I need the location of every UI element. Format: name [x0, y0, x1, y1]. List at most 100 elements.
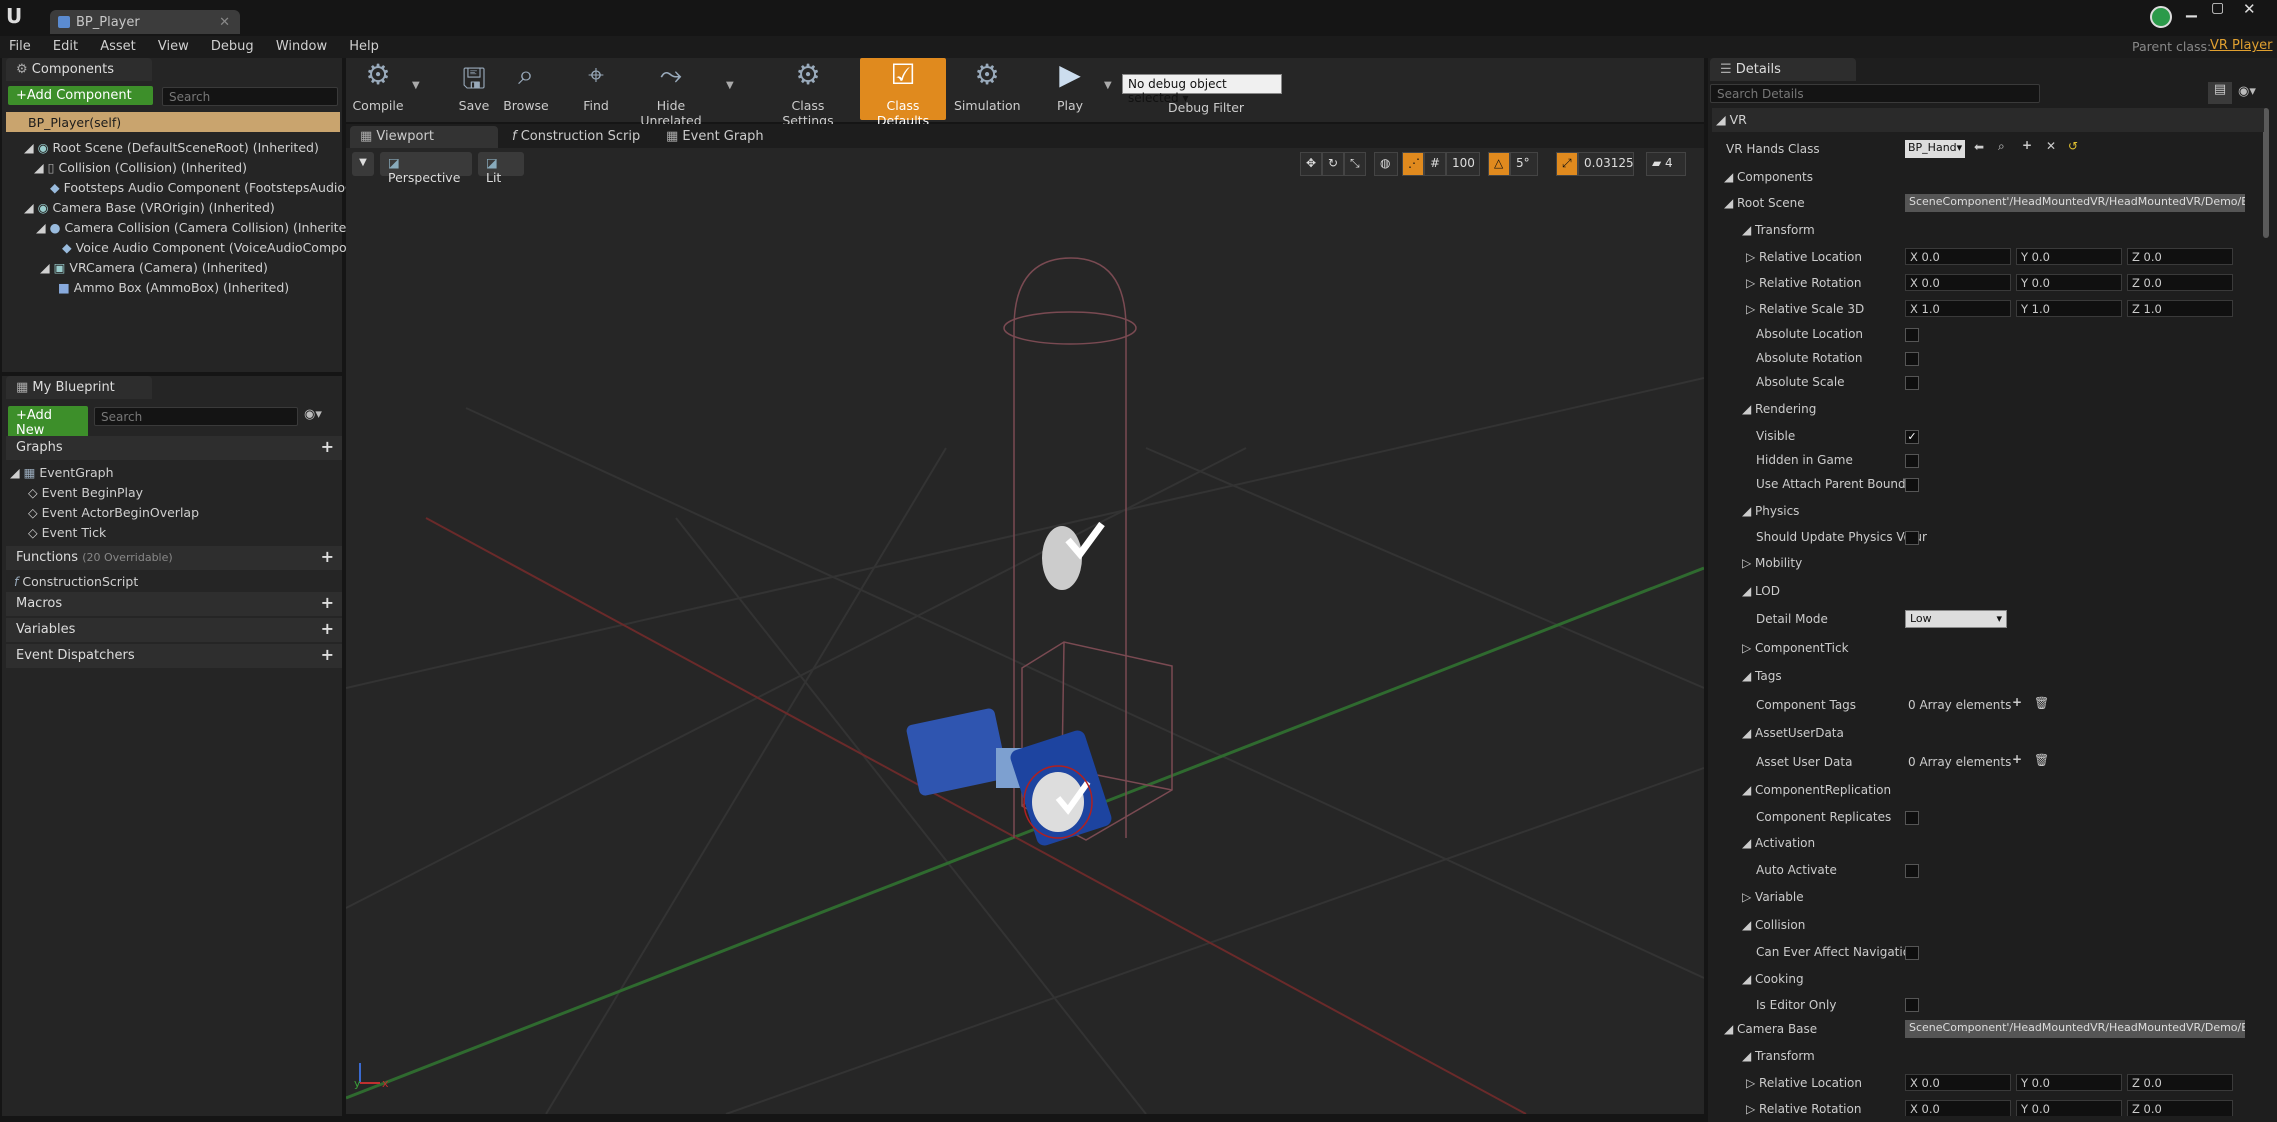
vr-category[interactable]: ◢ VR	[1712, 108, 2264, 132]
event-graph-item[interactable]: ◢ ▦ EventGraph	[10, 465, 114, 480]
camera-rotation-x-input[interactable]: X 0.0	[1905, 1100, 2011, 1116]
menu-edit[interactable]: Edit	[44, 36, 87, 57]
rendering-subcat[interactable]: ◢ Rendering	[1712, 398, 2264, 420]
vr-hands-class-select[interactable]: BP_Hand▾	[1905, 140, 1965, 158]
clear-user-data-icon[interactable]: 🗑	[2034, 753, 2049, 767]
can-affect-navigation-checkbox[interactable]	[1905, 946, 1919, 960]
root-scene-path-field[interactable]: SceneComponent'/HeadMountedVR/HeadMounte…	[1905, 194, 2245, 212]
scale-z-input[interactable]: Z 1.0	[2127, 300, 2233, 317]
asset-user-data-subcat[interactable]: ◢ AssetUserData	[1712, 722, 2264, 744]
rotation-snap-icon[interactable]: △	[1488, 152, 1510, 176]
activation-subcat[interactable]: ◢ Activation	[1712, 832, 2264, 854]
maximize-button[interactable]: ▢	[2211, 0, 2224, 16]
camera-speed-button[interactable]: ▰ 4	[1646, 152, 1686, 176]
event-dispatchers-section[interactable]: Event Dispatchers +	[6, 644, 342, 668]
translate-tool-icon[interactable]: ✥	[1300, 152, 1322, 176]
play-options-arrow[interactable]: ▼	[1104, 80, 1112, 91]
auto-activate-checkbox[interactable]	[1905, 864, 1919, 878]
viewport-canvas[interactable]: x y	[346, 148, 1704, 1114]
macros-section[interactable]: Macros +	[6, 592, 342, 616]
self-row[interactable]: BP_Player(self)	[6, 112, 340, 132]
functions-section[interactable]: Functions (20 Overridable) +	[6, 546, 342, 570]
add-function-icon[interactable]: +	[321, 547, 334, 566]
close-window-button[interactable]: ✕	[2243, 0, 2256, 18]
camera-transform-subcat[interactable]: ◢ Transform	[1712, 1045, 2264, 1067]
event-tick-item[interactable]: ◇ Event Tick	[28, 525, 106, 540]
scale-snap-icon[interactable]: ⤢	[1556, 152, 1578, 176]
component-replication-subcat[interactable]: ◢ ComponentReplication	[1712, 779, 2264, 801]
physics-subcat[interactable]: ◢ Physics	[1712, 500, 2264, 522]
absolute-rotation-checkbox[interactable]	[1905, 352, 1919, 366]
rotate-tool-icon[interactable]: ↻	[1322, 152, 1344, 176]
perspective-button[interactable]: ◪ Perspective	[380, 152, 472, 185]
visible-checkbox[interactable]: ✓	[1905, 430, 1919, 444]
debug-object-select[interactable]: No debug object selected ▾	[1122, 74, 1282, 105]
details-tab[interactable]: ☰ Details	[1710, 58, 1856, 81]
event-actor-begin-overlap-item[interactable]: ◇ Event ActorBeginOverlap	[28, 505, 199, 520]
should-update-physics-checkbox[interactable]	[1905, 531, 1919, 545]
rotation-snap-value[interactable]: 5°	[1510, 152, 1538, 176]
menu-asset[interactable]: Asset	[91, 36, 145, 57]
add-new-button[interactable]: +Add New	[8, 406, 88, 440]
collision-subcat[interactable]: ◢ Collision	[1712, 914, 2264, 936]
scale-snap-value[interactable]: 0.03125	[1578, 152, 1634, 176]
rotation-x-input[interactable]: X 0.0	[1905, 274, 2011, 291]
add-user-data-icon[interactable]: +	[2012, 752, 2022, 766]
variables-section[interactable]: Variables +	[6, 618, 342, 642]
save-button[interactable]: 🖫 Save	[452, 58, 496, 120]
cooking-subcat[interactable]: ◢ Cooking	[1712, 968, 2264, 990]
hide-unrelated-arrow[interactable]: ▼	[726, 80, 734, 91]
use-selected-icon[interactable]: ⬅	[1974, 140, 1984, 154]
camera-location-y-input[interactable]: Y 0.0	[2016, 1074, 2122, 1091]
location-x-input[interactable]: X 0.0	[1905, 248, 2011, 265]
camera-location-z-input[interactable]: Z 0.0	[2127, 1074, 2233, 1091]
document-tab[interactable]: BP_Player ✕	[50, 10, 240, 34]
add-macro-icon[interactable]: +	[321, 593, 334, 612]
scale-tool-icon[interactable]: ⤡	[1344, 152, 1366, 176]
grid-size-value[interactable]: 100	[1446, 152, 1480, 176]
grid-snap-icon[interactable]: #	[1424, 152, 1446, 176]
camera-base-path-field[interactable]: SceneComponent'/HeadMountedVR/HeadMounte…	[1905, 1020, 2245, 1038]
use-attach-parent-bound-checkbox[interactable]	[1905, 478, 1919, 492]
graphs-section[interactable]: Graphs +	[6, 436, 342, 460]
tree-item-vrcamera[interactable]: ◢ ▣ VRCamera (Camera) (Inherited)	[40, 260, 268, 275]
menu-debug[interactable]: Debug	[202, 36, 263, 57]
details-search-input[interactable]: Search Details	[1710, 84, 2040, 103]
parent-class-link[interactable]: VR Player	[2210, 38, 2273, 53]
my-blueprint-tab[interactable]: ▦ My Blueprint	[6, 376, 152, 399]
hide-unrelated-button[interactable]: ⤳ Hide Unrelated	[628, 58, 714, 128]
reset-default-icon[interactable]: ↺	[2068, 139, 2078, 153]
tree-item-root-scene[interactable]: ◢ ◉ Root Scene (DefaultSceneRoot) (Inher…	[24, 140, 319, 155]
lod-subcat[interactable]: ◢ LOD	[1712, 580, 2264, 602]
location-z-input[interactable]: Z 0.0	[2127, 248, 2233, 265]
class-defaults-button[interactable]: ☑ Class Defaults	[860, 58, 946, 128]
detail-mode-select[interactable]: Low ▾	[1905, 610, 2007, 628]
component-replicates-checkbox[interactable]	[1905, 811, 1919, 825]
menu-file[interactable]: File	[0, 36, 40, 57]
tab-event-graph[interactable]: ▦ Event Graph	[656, 126, 798, 148]
clear-asset-icon[interactable]: ✕	[2046, 139, 2056, 153]
play-button[interactable]: ▶ Play	[1040, 58, 1100, 120]
absolute-scale-checkbox[interactable]	[1905, 376, 1919, 390]
class-settings-button[interactable]: ⚙ Class Settings	[766, 58, 850, 128]
tab-viewport[interactable]: ▦ Viewport	[350, 126, 498, 148]
transform-subcat[interactable]: ◢ Transform	[1712, 219, 2264, 241]
add-dispatcher-icon[interactable]: +	[321, 645, 334, 664]
tree-item-ammo-box[interactable]: ■ Ammo Box (AmmoBox) (Inherited)	[58, 280, 289, 295]
property-matrix-icon[interactable]: ▤	[2208, 82, 2232, 104]
blueprint-search-input[interactable]: Search	[94, 407, 298, 426]
source-control-icon[interactable]	[2150, 6, 2172, 28]
hidden-in-game-checkbox[interactable]	[1905, 454, 1919, 468]
compile-button[interactable]: ⚙ Compile	[350, 58, 406, 120]
simulation-button[interactable]: ⚙ Simulation	[954, 58, 1021, 120]
compile-options-arrow[interactable]: ▼	[412, 80, 420, 91]
camera-rotation-y-input[interactable]: Y 0.0	[2016, 1100, 2122, 1116]
tree-item-camera-base[interactable]: ◢ ◉ Camera Base (VROrigin) (Inherited)	[24, 200, 275, 215]
new-asset-icon[interactable]: +	[2022, 138, 2032, 152]
view-options-icon[interactable]: ◉▾	[304, 407, 322, 422]
tree-item-voice-audio[interactable]: ◆ Voice Audio Component (VoiceAudioCompo…	[62, 240, 375, 255]
tree-item-collision[interactable]: ◢ ▯ Collision (Collision) (Inherited)	[34, 160, 247, 175]
event-begin-play-item[interactable]: ◇ Event BeginPlay	[28, 485, 143, 500]
tree-item-footsteps-audio[interactable]: ◆ Footsteps Audio Component (FootstepsAu…	[50, 180, 374, 195]
tab-construction-script[interactable]: f Construction Scrip	[502, 126, 652, 148]
